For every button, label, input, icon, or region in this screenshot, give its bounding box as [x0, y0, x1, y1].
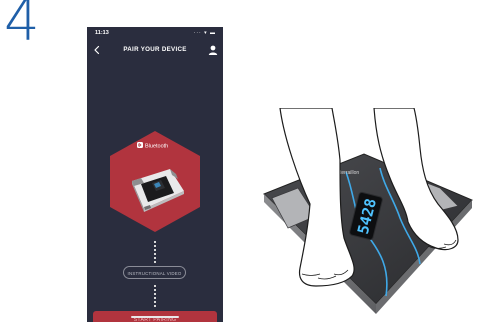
instructional-video-button[interactable]: INSTRUCTIONAL VIDEO [123, 266, 186, 279]
connector-dots [154, 285, 156, 307]
nav-bar: PAIR YOUR DEVICE [87, 42, 223, 60]
profile-icon[interactable] [207, 44, 219, 56]
device-hexagon: Bluetooth [110, 131, 200, 232]
scale-brand-label: terraillon [340, 170, 359, 176]
instruction-page: 4 11:13 ··· ▾ ▬ PAIR YOUR DEVICE Bluetoo… [0, 0, 482, 322]
bluetooth-icon [137, 142, 143, 148]
bluetooth-label: Bluetooth [145, 144, 168, 150]
scale-with-feet-illustration: 5428 terraillon [263, 108, 473, 314]
status-time: 11:13 [95, 30, 109, 36]
status-bar: 11:13 ··· ▾ ▬ [87, 27, 223, 39]
step-number: 4 [4, 0, 40, 54]
phone-screen: 11:13 ··· ▾ ▬ PAIR YOUR DEVICE Bluetooth [87, 27, 223, 322]
status-icons: ··· ▾ ▬ [193, 30, 216, 36]
page-title: PAIR YOUR DEVICE [123, 46, 187, 53]
connector-dots [154, 241, 156, 263]
home-indicator [131, 316, 179, 318]
